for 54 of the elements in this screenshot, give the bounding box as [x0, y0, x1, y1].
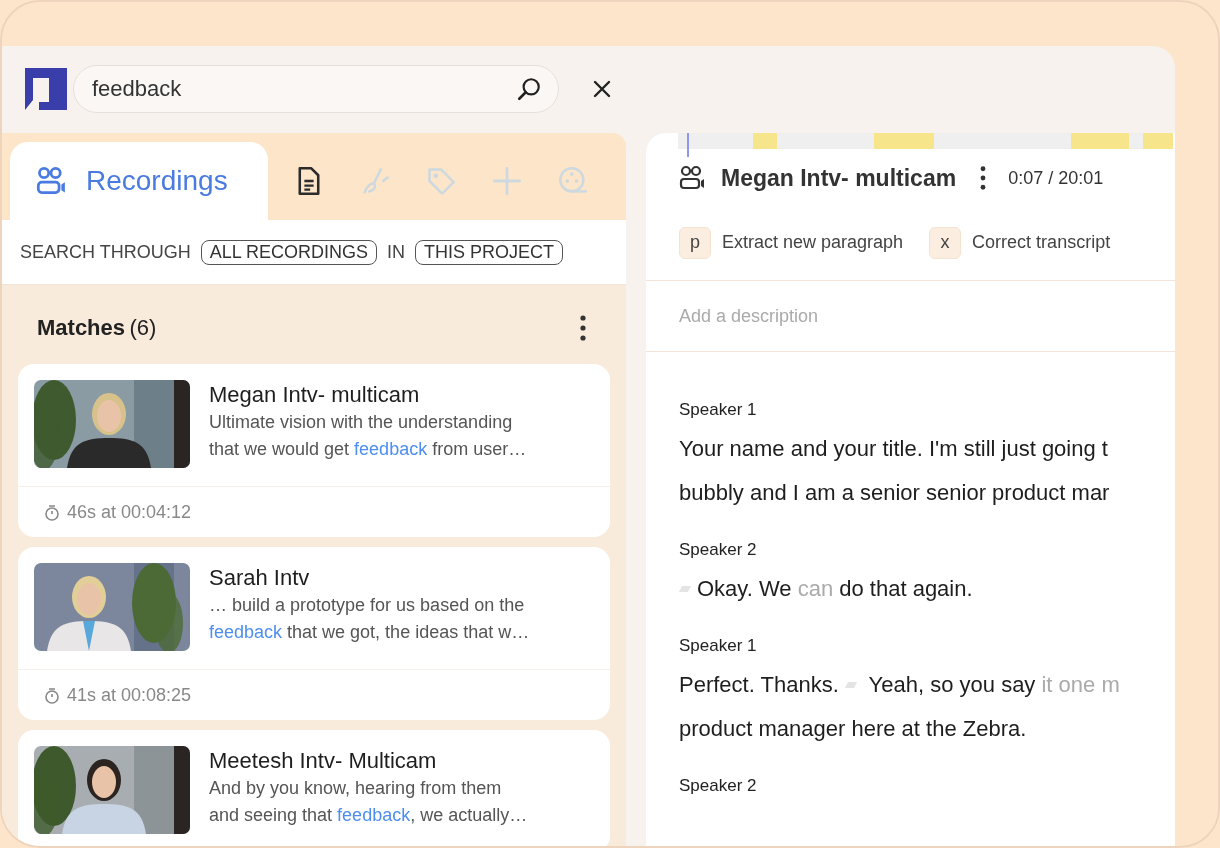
matches-title: Matches — [37, 314, 126, 340]
match-title: Meetesh Intv- Multicam — [209, 747, 438, 775]
match-snippet: Ultimate vision with the understanding that we would get feedback from user… — [209, 411, 527, 461]
recording-title: Megan Intv- multicam — [721, 164, 957, 192]
search-icon[interactable] — [516, 75, 542, 102]
transcript-text: it one m — [1041, 671, 1120, 699]
transcript-text: can — [797, 575, 834, 603]
more-icon[interactable] — [580, 314, 586, 341]
match-title: Megan Intv- multicam — [209, 381, 421, 409]
transcript-text: product manager here at the Zebra. — [679, 715, 1027, 743]
scope-chip[interactable]: ALL RECORDINGS — [200, 239, 378, 265]
transcript-text: Your name and your title. I'm still just going t — [679, 435, 1108, 463]
stopwatch-icon — [44, 686, 60, 704]
matches-count: (6) — [129, 314, 157, 340]
transcript-text: Yeah, so you say — [867, 671, 1037, 699]
scope-label: IN — [387, 241, 406, 263]
scope-chip[interactable]: THIS PROJECT — [415, 239, 564, 265]
description-field[interactable]: Add a description — [679, 305, 979, 327]
speaker-label: Speaker 2 — [679, 775, 758, 797]
film-reel-icon — [558, 166, 588, 196]
brush-icon — [360, 166, 390, 196]
tab[interactable]: Recordings — [10, 142, 268, 220]
match-time: 41s at 00:08:25 — [67, 684, 192, 706]
more-icon[interactable] — [980, 166, 987, 190]
transcript-text: Perfect. Thanks. — [679, 671, 840, 699]
match-card[interactable]: Megan Intv- multicam Ultimate vision with the understanding that we would get feedback from user… 46s at 00:04:12 — [18, 364, 610, 537]
transcript-text: Okay. We — [697, 575, 793, 603]
match-snippet: And by you know, hearing from them and seeing that feedback, we actually… — [209, 777, 528, 827]
stopwatch-icon — [44, 503, 60, 521]
speaker-label: Speaker 1 — [679, 399, 758, 421]
pause-marker-icon — [679, 586, 691, 592]
app-logo — [25, 67, 67, 110]
playback-time: 0:07 / 20:01 — [1008, 167, 1104, 189]
match-title: Sarah Intv — [209, 564, 311, 592]
pause-marker-icon — [844, 682, 857, 688]
close-icon[interactable] — [592, 78, 612, 99]
match-card[interactable]: Meetesh Intv- Multicam And by you know, hearing from them and seeing that feedback, we actually… — [18, 730, 610, 846]
match-time: 46s at 00:04:12 — [67, 501, 192, 523]
speaker-label: Speaker 2 — [679, 539, 758, 561]
tag-icon — [426, 166, 456, 196]
scope-label: SEARCH THROUGH — [20, 241, 191, 263]
search-field[interactable]: feedback — [73, 64, 559, 113]
match-snippet: … build a prototype for us based on the feedback that we got, the ideas that w… — [209, 594, 530, 644]
shortcut-key: p — [679, 226, 711, 259]
speaker-label: Speaker 1 — [679, 635, 758, 657]
transcript-text: do that again. — [838, 575, 973, 603]
transcript-text: bubbly and I am a senior senior product mar — [679, 479, 1110, 507]
match-card[interactable]: Sarah Intv … build a prototype for us based on the feedback that we got, the ideas that w… 41s at 00:08:25 — [18, 547, 610, 720]
shortcut-label: Extract new paragraph — [722, 232, 904, 253]
shortcut-label: Correct transcript — [972, 232, 1111, 253]
recordings-icon — [36, 166, 66, 196]
recordings-icon — [679, 165, 705, 191]
shortcut-key: x — [929, 226, 962, 259]
add-icon — [492, 166, 522, 196]
